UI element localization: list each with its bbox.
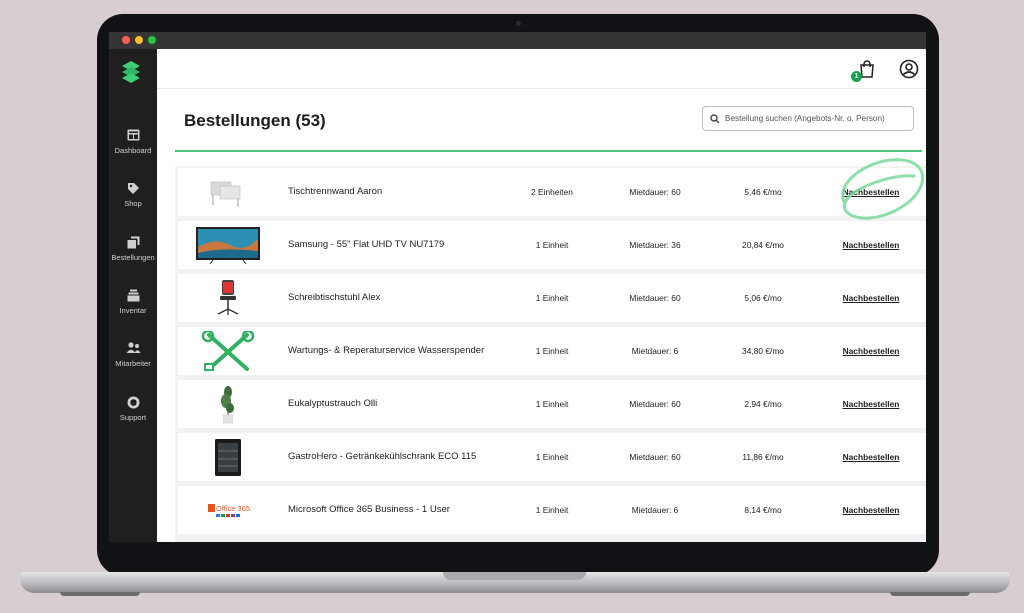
order-row: Schreibtischstuhl Alex 1 Einheit Mietdau… (178, 274, 926, 322)
product-name: Samsung - 55" Flat UHD TV NU7179 (288, 239, 445, 250)
order-row: Tischtrennwand Aaron 2 Einheiten Mietdau… (178, 168, 926, 216)
tv-thumbnail (196, 227, 260, 265)
product-name: Tischtrennwand Aaron (288, 186, 383, 197)
monthly-price: 5,46 €/mo (744, 187, 782, 197)
reorder-link[interactable]: Nachbestellen (826, 452, 916, 462)
order-row: Wartungs- & Reperaturservice Wasserspend… (178, 327, 926, 375)
sidebar-item-label: Support (119, 413, 147, 422)
rental-duration: Mietdauer: 60 (629, 187, 681, 197)
plant-thumbnail (221, 386, 234, 424)
reorder-link[interactable]: Nachbestellen (826, 240, 916, 250)
sidebar-item-label: Dashboard (114, 146, 152, 155)
user-account-icon[interactable] (899, 59, 919, 79)
quantity-units: 1 Einheit (535, 293, 569, 303)
order-search-input[interactable]: Bestellung suchen (Angebots-Nr. o. Perso… (702, 106, 914, 131)
product-name: GastroHero - Getränkekühlschrank ECO 115 (288, 451, 477, 462)
order-row: Samsung - 55" Flat UHD TV NU7179 1 Einhe… (178, 221, 926, 269)
office-365-logo-thumbnail: Office 365 (208, 504, 250, 517)
order-list: Tischtrennwand Aaron 2 Einheiten Mietdau… (175, 166, 926, 542)
sidebar-item-label: Mitarbeiter (115, 359, 151, 368)
quantity-units: 1 Einheit (535, 346, 569, 356)
reorder-link[interactable]: Nachbestellen (826, 505, 916, 515)
sidebar-item-support[interactable]: Support (109, 396, 157, 422)
title-divider (175, 150, 922, 152)
reorder-link[interactable]: Nachbestellen (826, 346, 916, 356)
archive-icon (109, 289, 157, 303)
product-name: Wartungs- & Reperaturservice Wasserspend… (288, 345, 485, 356)
quantity-units: 1 Einheit (535, 505, 569, 515)
tag-icon (109, 182, 157, 196)
rental-duration: Mietdauer: 36 (629, 240, 681, 250)
monthly-price: 5,06 €/mo (744, 293, 782, 303)
rental-duration: Mietdauer: 60 (629, 452, 681, 462)
svg-text:Office 365: Office 365 (216, 504, 250, 513)
partition-wall-thumbnail (210, 181, 241, 207)
monthly-price: 34,80 €/mo (742, 346, 784, 356)
monthly-price: 8,14 €/mo (744, 505, 782, 515)
sidebar: Dashboard Shop Bestellungen Inventar Mit… (109, 49, 157, 542)
laptop-notch (443, 572, 586, 580)
users-icon (109, 342, 157, 356)
product-name: Schreibtischstuhl Alex (288, 292, 381, 303)
product-name: Eukalyptustrauch Olli (288, 398, 378, 409)
product-name: Microsoft Office 365 Business - 1 User (288, 504, 450, 515)
dashboard-icon (109, 129, 157, 143)
order-row: Eukalyptustrauch Olli 1 Einheit Mietdaue… (178, 380, 926, 428)
sidebar-item-mitarbeiter[interactable]: Mitarbeiter (109, 342, 157, 368)
sidebar-item-orders[interactable]: Bestellungen (109, 236, 157, 262)
reorder-link[interactable]: Nachbestellen (826, 399, 916, 409)
sidebar-item-dashboard[interactable]: Dashboard (109, 129, 157, 155)
quantity-units: 1 Einheit (535, 399, 569, 409)
laptop-foot-left (60, 592, 140, 596)
quantity-units: 1 Einheit (535, 452, 569, 462)
window-maximize-button[interactable] (148, 36, 156, 44)
search-placeholder: Bestellung suchen (Angebots-Nr. o. Perso… (725, 114, 885, 123)
rental-duration: Mietdauer: 60 (629, 293, 681, 303)
window-close-button[interactable] (122, 36, 130, 44)
rental-duration: Mietdauer: 6 (631, 505, 679, 515)
cart-count-badge: 1 (851, 71, 862, 82)
search-icon (710, 114, 720, 124)
window-titlebar (109, 32, 926, 49)
app-screen: Dashboard Shop Bestellungen Inventar Mit… (109, 32, 926, 542)
laptop-foot-right (890, 592, 970, 596)
sidebar-item-label: Shop (124, 199, 142, 208)
sidebar-item-shop[interactable]: Shop (109, 182, 157, 208)
monthly-price: 2,94 €/mo (744, 399, 782, 409)
order-row: GastroHero - Getränkekühlschrank ECO 115… (178, 433, 926, 481)
fridge-thumbnail (215, 439, 241, 476)
orders-icon (109, 236, 157, 250)
quantity-units: 1 Einheit (535, 240, 569, 250)
sidebar-item-inventar[interactable]: Inventar (109, 289, 157, 315)
tools-thumbnail (201, 331, 255, 371)
window-minimize-button[interactable] (135, 36, 143, 44)
reorder-link[interactable]: Nachbestellen (826, 293, 916, 303)
office-chair-thumbnail (217, 280, 239, 315)
rental-duration: Mietdauer: 6 (631, 346, 679, 356)
rental-duration: Mietdauer: 60 (629, 399, 681, 409)
order-row: Office 365 Microsoft Office 365 Business… (178, 486, 926, 534)
sidebar-item-label: Inventar (119, 306, 147, 315)
app-logo-icon[interactable] (121, 60, 141, 84)
top-header: 1 (157, 49, 926, 89)
sidebar-item-label: Bestellungen (111, 253, 155, 262)
page-title: Bestellungen (53) (184, 111, 326, 130)
headset-icon (109, 396, 157, 410)
quantity-units: 2 Einheiten (531, 187, 573, 197)
monthly-price: 11,86 €/mo (742, 452, 784, 462)
webcam (516, 21, 521, 26)
monthly-price: 20,84 €/mo (742, 240, 784, 250)
reorder-link[interactable]: Nachbestellen (826, 187, 916, 197)
